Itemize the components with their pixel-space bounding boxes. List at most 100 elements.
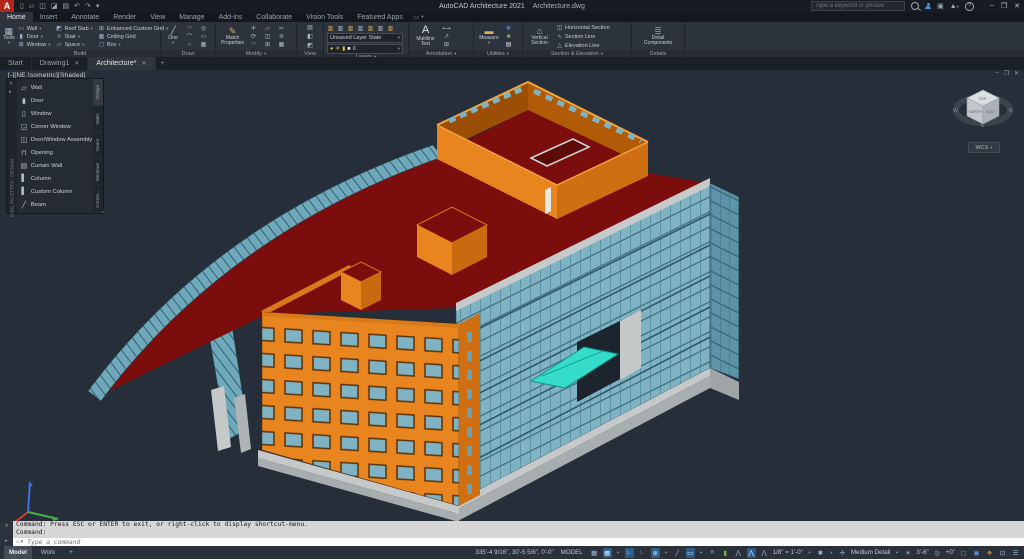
close-tab-icon[interactable]: ✕ (141, 60, 146, 67)
panel-label-details[interactable]: Details (632, 50, 684, 57)
dynamic-input-icon[interactable]: ∟ (638, 548, 647, 558)
layer-tool-icon[interactable]: ▥ (357, 24, 364, 32)
detail-caret-icon[interactable]: ▾ (894, 548, 899, 558)
elevation-line-button[interactable]: △Elevation Line (556, 42, 610, 50)
horizontal-section-button[interactable]: ◫Horizontal Section (556, 24, 610, 32)
new-icon[interactable]: ▯ (20, 2, 24, 10)
isolate-objects-icon[interactable]: ⊡ (998, 548, 1007, 558)
building-3d-model[interactable] (0, 70, 1024, 521)
close-button[interactable]: ✕ (1014, 2, 1020, 10)
wall-button[interactable]: ▭Wall▾ (18, 25, 51, 33)
workspace-gear-icon[interactable]: ✱ (816, 548, 825, 558)
hatch-icon[interactable]: ▦ (199, 41, 208, 49)
save-as-icon[interactable]: ◪ (51, 2, 58, 10)
palette-item-door[interactable]: ▮Door (20, 95, 92, 106)
layer-tool-icon[interactable]: ▥ (387, 24, 394, 32)
view-camera-icon[interactable]: ◩ (306, 42, 315, 50)
palette-item-door-window-assembly[interactable]: ◫Door/Window Assembly (20, 134, 92, 145)
panel-label-modify[interactable]: Modify▾ (216, 50, 296, 57)
stretch-icon[interactable]: ≋ (277, 33, 286, 41)
display-detail-level[interactable]: Medium Detail (851, 549, 891, 556)
tray-blue-icon[interactable]: ▣ (972, 548, 981, 558)
tab-render[interactable]: Render (106, 12, 143, 22)
section-line-button[interactable]: ∿Section Line (556, 33, 610, 41)
roof-slab-button[interactable]: ◩Roof Slab▾ (56, 25, 93, 33)
sun-icon[interactable]: ☀ (903, 548, 912, 558)
layout-tab-work[interactable]: Work (36, 546, 60, 559)
panel-label-draw[interactable]: Draw (161, 50, 215, 57)
object-snap-icon[interactable]: ▭ (686, 548, 695, 558)
panel-label-build[interactable]: Build (0, 50, 160, 57)
space-button[interactable]: ▱Space▾ (56, 41, 93, 49)
app-store-icon[interactable]: ▣ (937, 2, 944, 10)
autodesk-alert-icon[interactable]: ▲▾ (950, 3, 959, 10)
annotation-scale-value[interactable]: 1/8" = 1'-0" (773, 549, 803, 556)
door-button[interactable]: ▮Door▾ (18, 33, 51, 41)
layer-state-dropdown[interactable]: Unsaved Layer State▾ (327, 33, 403, 43)
file-tab-start[interactable]: Start (0, 57, 32, 70)
command-input[interactable] (27, 539, 1024, 546)
line-button[interactable]: ╱ Line▾ (164, 24, 182, 50)
command-customize-icon[interactable]: ▸ (5, 538, 8, 544)
tab-add-ins[interactable]: Add-ins (212, 12, 250, 22)
array-icon[interactable]: ⊞ (263, 41, 272, 49)
layer-tool-icon[interactable]: ▥ (367, 24, 374, 32)
tray-gray-icon[interactable]: ▢ (959, 548, 968, 558)
open-icon[interactable]: ▱ (29, 2, 34, 10)
command-close-icon[interactable]: ✕ (4, 523, 8, 529)
palette-properties-icon[interactable]: ▸ (9, 89, 12, 95)
viewcube[interactable]: W N E S TOP NORTH EAST WCS▾ (952, 76, 1016, 162)
rectangle-icon[interactable]: ▭ (199, 33, 208, 41)
snap-mode-icon[interactable]: ▦ (603, 548, 612, 558)
tools-button[interactable]: ▦ Tools▾ (3, 24, 15, 50)
fillet-icon[interactable]: ◠ (249, 41, 258, 49)
circle-icon[interactable]: ○ (185, 41, 194, 49)
tab-home[interactable]: Home (0, 12, 33, 22)
help-search-box[interactable] (811, 1, 905, 11)
layer-tool-icon[interactable]: ▥ (347, 24, 354, 32)
new-tab-button[interactable]: + (156, 57, 170, 70)
match-properties-button[interactable]: ✎ Match Properties (219, 24, 246, 50)
layer-dropdown[interactable]: ● ☀ ▮ ■ 0▾ (327, 44, 403, 54)
quick-calc-icon[interactable]: ▤ (504, 41, 513, 49)
restore-button[interactable]: ❐ (1001, 2, 1007, 10)
layer-tool-icon[interactable]: ▥ (377, 24, 384, 32)
undo-icon[interactable]: ↶ (74, 2, 80, 10)
panel-label-section-elevation[interactable]: Section & Elevation▾ (523, 50, 631, 57)
osnap-caret-icon[interactable]: ▾ (699, 548, 704, 558)
palette-item-curtain-wall[interactable]: ▤Curtain Wall (20, 160, 92, 171)
move-icon[interactable]: ✛ (249, 25, 258, 33)
enhanced-custom-grid-button[interactable]: ⊞Enhanced Custom Grid▾ (98, 25, 168, 33)
stair-button[interactable]: ≡Stair▾ (56, 33, 93, 41)
window-button[interactable]: ⊞Window▾ (18, 41, 51, 49)
elevation-offset[interactable]: +0" (946, 549, 955, 556)
palette-item-custom-column[interactable]: ▌Custom Column (20, 186, 92, 197)
annotation-autoscale-icon[interactable]: ⋀ (747, 548, 756, 558)
box-button[interactable]: ◻Box▾ (98, 41, 168, 49)
multiline-text-button[interactable]: A Multiline Text (412, 24, 439, 50)
view-window-icon[interactable]: ◧ (306, 33, 315, 41)
annotation-visibility-icon[interactable]: ⋀ (734, 548, 743, 558)
search-input[interactable] (812, 3, 904, 9)
view-style-icon[interactable]: ▤ (306, 24, 315, 32)
layout-tab-model[interactable]: Model (4, 546, 32, 559)
palette-item-column[interactable]: ▌Column (20, 173, 92, 184)
palette-item-corner-window[interactable]: ◲Corner Window (20, 121, 92, 132)
minimize-button[interactable]: – (990, 2, 994, 10)
help-icon[interactable]: ? (965, 2, 974, 11)
tray-orange-icon[interactable]: ❖ (985, 548, 994, 558)
selection-cycling-icon[interactable]: ▮ (721, 548, 730, 558)
palette-tab-doors[interactable]: Doors (93, 133, 103, 160)
gear-caret-icon[interactable]: ▾ (829, 548, 834, 558)
detail-components-button[interactable]: ≣ Detail Components (645, 24, 672, 50)
palette-tab-windows[interactable]: Windows (93, 159, 103, 186)
qat-caret-icon[interactable]: ▾ (96, 2, 100, 10)
search-icon[interactable] (911, 2, 919, 10)
cut-plane-height[interactable]: 3'-6" (916, 549, 928, 556)
redo-icon[interactable]: ↷ (85, 2, 91, 10)
tab-featured-apps[interactable]: Featured Apps (350, 12, 410, 22)
layer-tool-icon[interactable]: ▥ (337, 24, 344, 32)
donut-icon[interactable]: ◎ (199, 25, 208, 33)
drawing-canvas[interactable]: [-][NE Isometric][Shaded] – ❐ ✕ ✕ ▸ TOOL… (0, 70, 1024, 521)
sign-in-icon[interactable] (925, 3, 931, 9)
